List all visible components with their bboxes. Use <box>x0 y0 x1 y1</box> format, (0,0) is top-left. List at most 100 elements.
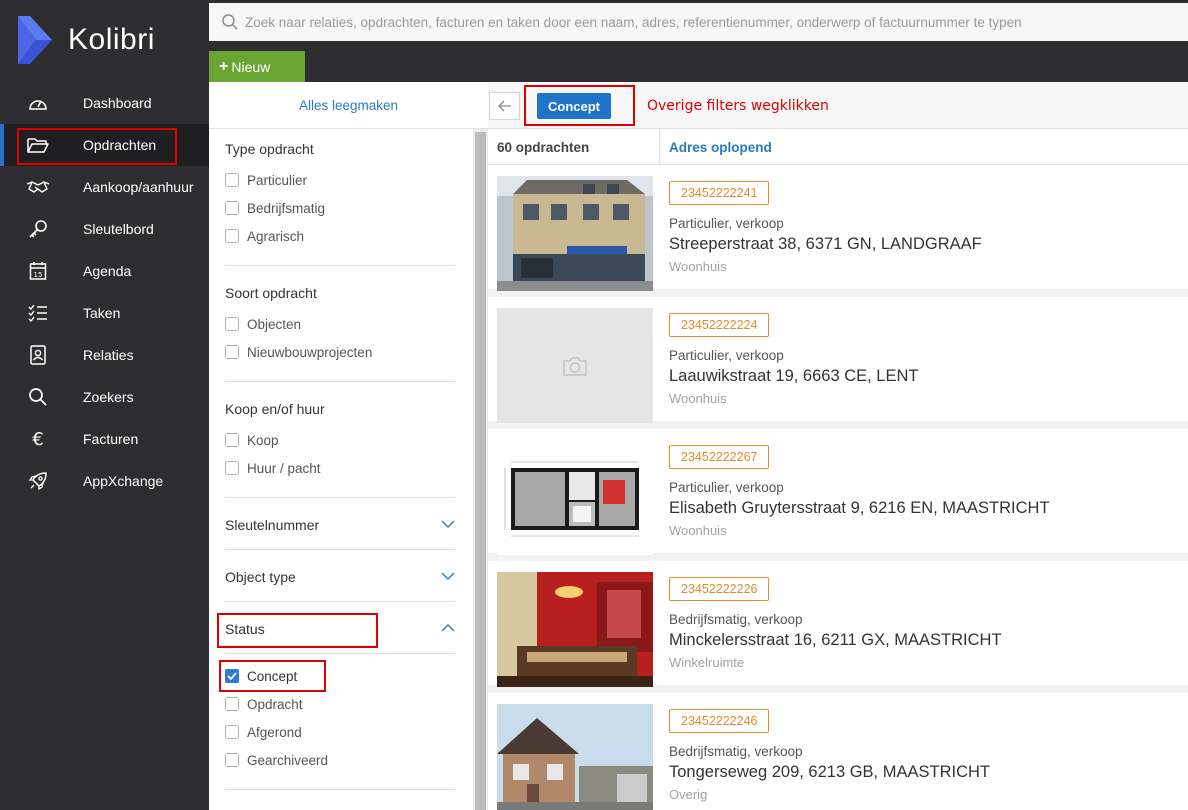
chevron-down-icon[interactable] <box>441 519 455 529</box>
checkbox-gearchiveerd[interactable]: Gearchiveerd <box>225 751 328 769</box>
global-search[interactable]: Zoek naar relaties, opdrachten, facturen… <box>209 3 1188 41</box>
dashboard-icon <box>26 93 50 113</box>
plus-icon: + <box>219 57 229 75</box>
nav-label: Agenda <box>83 263 132 279</box>
checkbox[interactable] <box>225 753 239 767</box>
search-icon <box>26 387 50 407</box>
nav-label: Dashboard <box>83 95 152 111</box>
checkbox-label: Agrarisch <box>247 228 305 244</box>
result-card[interactable]: 23452222224 Particulier, verkoop Laauwik… <box>488 297 1188 423</box>
checkbox[interactable] <box>225 229 239 243</box>
filter-section-sleutelnummer[interactable]: Sleutelnummer <box>225 517 455 533</box>
property-type: Woonhuis <box>669 259 727 274</box>
property-address[interactable]: Laauwikstraat 19, 6663 CE, LENT <box>669 367 918 386</box>
search-placeholder[interactable]: Zoek naar relaties, opdrachten, facturen… <box>245 15 1022 30</box>
checkbox-afgerond[interactable]: Afgerond <box>225 723 302 741</box>
nav-item-facturen[interactable]: € Facturen <box>0 418 209 460</box>
checkbox-checked[interactable] <box>225 669 239 683</box>
filter-section-status[interactable]: Status <box>225 621 455 637</box>
result-card[interactable]: 23452222267 Particulier, verkoop Elisabe… <box>488 429 1188 555</box>
chevron-up-icon[interactable] <box>441 623 455 633</box>
key-icon <box>26 219 50 239</box>
filter-panel: Alles leegmaken Type opdracht Particulie… <box>209 82 488 810</box>
rocket-icon <box>26 471 50 491</box>
checkbox[interactable] <box>225 461 239 475</box>
checkbox-label: Particulier <box>247 172 308 188</box>
filter-section-type: Type opdracht <box>225 141 455 157</box>
checkbox[interactable] <box>225 345 239 359</box>
nav-label: Aankoop/aanhuur <box>83 179 194 195</box>
property-address[interactable]: Elisabeth Gruytersstraat 9, 6216 EN, MAA… <box>669 499 1050 518</box>
new-button[interactable]: + Nieuw <box>209 51 305 82</box>
checkbox-koop[interactable]: Koop <box>225 431 279 449</box>
checkbox-label: Bedrijfsmatig <box>247 200 326 216</box>
checkbox[interactable] <box>225 317 239 331</box>
nav-item-aankoop[interactable]: Aankoop/aanhuur <box>0 166 209 208</box>
property-address[interactable]: Tongerseweg 209, 6213 GB, MAASTRICHT <box>669 763 990 782</box>
property-category: Bedrijfsmatig, verkoop <box>669 612 803 627</box>
property-category: Particulier, verkoop <box>669 216 784 231</box>
checkbox-opdracht[interactable]: Opdracht <box>225 695 303 713</box>
property-category: Particulier, verkoop <box>669 348 784 363</box>
nav-item-dashboard[interactable]: Dashboard <box>0 82 209 124</box>
checkbox-concept[interactable]: Concept <box>225 667 297 685</box>
filter-section-title: Soort opdracht <box>225 285 317 301</box>
divider <box>225 265 455 266</box>
chevron-down-icon[interactable] <box>441 571 455 581</box>
divider <box>225 789 455 790</box>
checkbox-label: Afgerond <box>247 724 302 740</box>
checkbox-label: Concept <box>247 668 298 684</box>
checkbox[interactable] <box>225 173 239 187</box>
clear-all-link[interactable]: Alles leegmaken <box>299 98 398 113</box>
property-address[interactable]: Streeperstraat 38, 6371 GN, LANDGRAAF <box>669 235 982 254</box>
result-card[interactable]: 23452222246 Bedrijfsmatig, verkoop Tonge… <box>488 693 1188 810</box>
property-photo <box>497 176 653 291</box>
divider <box>659 129 660 165</box>
checkbox-objecten[interactable]: Objecten <box>225 315 301 333</box>
reference-number-badge: 23452222267 <box>669 445 770 469</box>
results-count: 60 opdrachten <box>497 140 590 155</box>
property-address[interactable]: Minckelersstraat 16, 6211 GX, MAASTRICHT <box>669 631 1002 650</box>
checkbox-particulier[interactable]: Particulier <box>225 171 307 189</box>
sort-dropdown[interactable]: Adres oplopend <box>669 140 772 155</box>
checkbox-label: Koop <box>247 432 279 448</box>
topbar: Zoek naar relaties, opdrachten, facturen… <box>209 0 1188 82</box>
annotation-text: Overige filters wegklikken <box>647 98 829 114</box>
nav-item-agenda[interactable]: 15 Agenda <box>0 250 209 292</box>
reference-number-badge: 23452222226 <box>669 577 770 601</box>
checkbox[interactable] <box>225 697 239 711</box>
divider <box>225 601 455 602</box>
checkbox-label: Gearchiveerd <box>247 752 329 768</box>
nav-item-opdrachten[interactable]: Opdrachten <box>0 124 209 166</box>
checkbox[interactable] <box>225 725 239 739</box>
result-card[interactable]: 23452222226 Bedrijfsmatig, verkoop Minck… <box>488 561 1188 687</box>
checkbox[interactable] <box>225 201 239 215</box>
property-photo <box>497 704 653 810</box>
nav-item-taken[interactable]: Taken <box>0 292 209 334</box>
nav-label: Taken <box>83 305 121 321</box>
search-icon <box>222 14 238 30</box>
back-button[interactable] <box>489 92 520 120</box>
checkbox[interactable] <box>225 433 239 447</box>
active-filter-chip[interactable]: Concept <box>537 93 611 119</box>
results-header: 60 opdrachten Adres oplopend <box>488 129 1188 165</box>
filter-section-object-type[interactable]: Object type <box>225 569 455 585</box>
app-name: Kolibri <box>68 23 155 56</box>
nav-item-zoekers[interactable]: Zoekers <box>0 376 209 418</box>
checkbox-bedrijfsmatig[interactable]: Bedrijfsmatig <box>225 199 325 217</box>
logo[interactable]: Kolibri <box>16 14 155 66</box>
nav-item-sleutelbord[interactable]: Sleutelbord <box>0 208 209 250</box>
euro-icon: € <box>32 428 44 450</box>
checkbox-huur[interactable]: Huur / pacht <box>225 459 321 477</box>
scrollbar-thumb[interactable] <box>475 132 486 810</box>
result-card[interactable]: 23452222241 Particulier, verkoop Streepe… <box>488 165 1188 291</box>
divider <box>225 381 455 382</box>
svg-text:15: 15 <box>34 271 43 279</box>
checkbox-agrarisch[interactable]: Agrarisch <box>225 227 304 245</box>
nav-item-appxchange[interactable]: AppXchange <box>0 460 209 502</box>
property-type: Winkelruimte <box>669 655 745 670</box>
results-panel: Concept Overige filters wegklikken 60 op… <box>488 82 1188 810</box>
checkbox-nieuwbouwprojecten[interactable]: Nieuwbouwprojecten <box>225 343 372 361</box>
filter-section-title: Koop en/of huur <box>225 401 325 417</box>
nav-item-relaties[interactable]: Relaties <box>0 334 209 376</box>
